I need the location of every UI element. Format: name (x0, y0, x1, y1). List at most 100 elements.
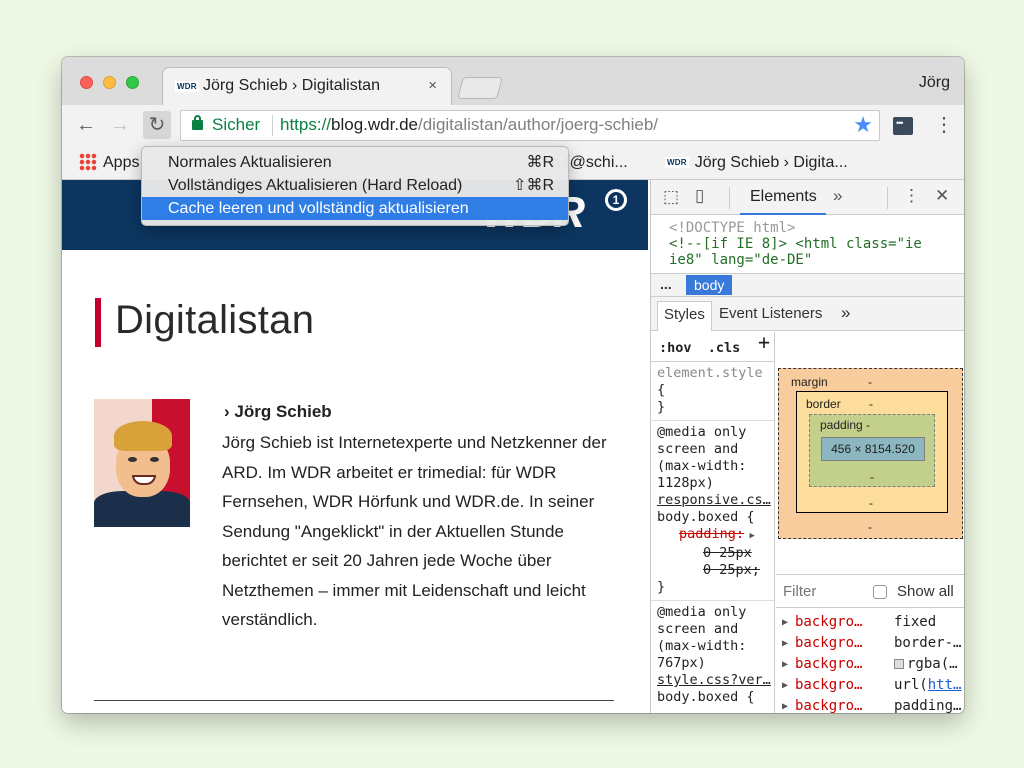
device-toolbar-icon[interactable]: ▯ (695, 186, 704, 206)
minimize-window-button[interactable] (103, 76, 116, 89)
filter-input[interactable] (783, 583, 843, 600)
css-rule-style[interactable]: @media only screen and (max-width: 767px… (651, 601, 774, 710)
url-text[interactable]: https://blog.wdr.de/digitalistan/author/… (280, 115, 658, 135)
page-viewport: WDR 1 Digitalistan › Jörg Schieb Jörg Sc… (62, 180, 650, 713)
dom-comment-line[interactable]: ie8" lang="de-DE" (669, 252, 964, 268)
url-separator (272, 115, 273, 136)
profile-name[interactable]: Jörg (919, 74, 950, 92)
border-bottom-value[interactable]: - (869, 496, 873, 510)
lock-icon (192, 115, 203, 130)
inspect-element-icon[interactable]: ⬚ (663, 187, 679, 207)
bookmark-star-icon[interactable]: ★ (853, 112, 873, 138)
address-bar[interactable]: Sicher https://blog.wdr.de/digitalistan/… (180, 110, 880, 141)
computed-property[interactable]: ▶ backgro… url(htt… (776, 675, 964, 696)
forward-arrow-icon[interactable]: → (110, 115, 130, 135)
property-value: fixed (894, 614, 937, 630)
tab-styles[interactable]: Styles (657, 301, 712, 331)
styles-pane: :hov .cls + element.style { } @media onl… (651, 332, 775, 713)
new-tab-button[interactable] (457, 77, 503, 99)
menu-item-normal-reload[interactable]: Normales Aktualisieren ⌘R (142, 151, 568, 174)
security-label[interactable]: Sicher (212, 115, 260, 135)
menu-item-shortcut: ⌘R (526, 154, 554, 171)
box-model-padding[interactable]: padding - - 456 × 8154.520 (809, 414, 935, 487)
computed-filter-row: Show all (776, 574, 964, 608)
expand-triangle-icon[interactable]: ▶ (782, 633, 788, 654)
rule-selector: element.style (657, 365, 763, 381)
box-model-margin[interactable]: margin - - border - - padding - - 456 × … (778, 368, 963, 539)
margin-top-value[interactable]: - (868, 375, 872, 389)
rule-brace: } (657, 579, 666, 595)
tab-active[interactable]: WDR Jörg Schieb › Digitalistan × (162, 67, 452, 105)
source-link[interactable]: responsive.cs… (657, 492, 774, 509)
overridden-property[interactable]: padding: ▶ (657, 526, 774, 545)
url-path: /digitalistan/author/joerg-schieb/ (417, 115, 659, 134)
padding-bottom-value[interactable]: - (870, 470, 874, 484)
styles-header: :hov .cls + (651, 332, 774, 362)
show-all-checkbox[interactable] (873, 585, 887, 599)
tab-event-listeners[interactable]: Event Listeners (719, 305, 822, 322)
reload-icon[interactable]: ↻ (143, 111, 171, 139)
property-name: backgro… (795, 656, 863, 672)
margin-bottom-value[interactable]: - (868, 520, 872, 534)
margin-label: margin (791, 375, 828, 389)
close-icon[interactable]: ✕ (935, 186, 949, 206)
box-model-border[interactable]: border - - padding - - 456 × 8154.520 (796, 391, 948, 513)
bookmark-item-3-label: Jörg Schieb › Digita... (694, 154, 848, 171)
extension-icon[interactable] (893, 117, 913, 135)
new-rule-icon[interactable]: + (758, 332, 770, 352)
color-swatch-icon[interactable] (894, 659, 904, 669)
page-title: Digitalistan (115, 298, 315, 342)
wdr-favicon-icon: WDR (665, 157, 689, 168)
browser-menu-icon[interactable]: ⋮ (934, 113, 954, 137)
more-subtabs-icon[interactable]: » (841, 303, 850, 323)
url-link[interactable]: htt… (928, 677, 962, 693)
menu-item-empty-cache-hard-reload[interactable]: Cache leeren und vollständig aktualisier… (142, 197, 568, 220)
css-rule-responsive[interactable]: @media only screen and (max-width: 1128p… (651, 421, 774, 601)
expand-triangle-icon[interactable]: ▶ (782, 696, 788, 713)
back-arrow-icon[interactable]: ← (76, 115, 96, 135)
breadcrumb-more[interactable]: ... (660, 276, 672, 292)
menu-item-shortcut: ⇧⌘R (513, 177, 554, 194)
rule-selector: body.boxed { (657, 689, 755, 705)
class-toggle[interactable]: .cls (708, 340, 741, 356)
media-query: 1128px) (657, 475, 714, 491)
apps-grid-icon[interactable] (79, 153, 97, 171)
tab-title: Jörg Schieb › Digitalistan (203, 77, 380, 94)
computed-property[interactable]: ▶ backgro… border-… (776, 633, 964, 654)
author-name-link[interactable]: › Jörg Schieb (224, 402, 332, 422)
more-tabs-icon[interactable]: » (833, 186, 842, 206)
expand-triangle-icon[interactable]: ▶ (782, 612, 788, 633)
computed-property[interactable]: ▶ backgro… padding… (776, 696, 964, 713)
border-top-value[interactable]: - (869, 397, 873, 411)
media-query: screen and (657, 621, 739, 637)
tab-close-icon[interactable]: × (428, 77, 437, 94)
menu-item-hard-reload[interactable]: Vollständiges Aktualisieren (Hard Reload… (142, 174, 568, 197)
element-style-rule[interactable]: element.style { } (651, 362, 774, 421)
bookmark-item-3[interactable]: WDR Jörg Schieb › Digita... (665, 154, 848, 172)
border-label: border (806, 397, 841, 411)
toolbar-separator (729, 187, 730, 209)
computed-property[interactable]: ▶ backgro… fixed (776, 612, 964, 633)
source-link[interactable]: style.css?ver… (657, 672, 774, 689)
reload-context-menu: Normales Aktualisieren ⌘R Vollständiges … (141, 146, 569, 226)
bookmark-apps[interactable]: Apps (103, 154, 139, 172)
property-value: 0 25px; (703, 562, 760, 578)
computed-property[interactable]: ▶ backgro… rgba(… (776, 654, 964, 675)
dom-comment-line[interactable]: <!--[if IE 8]> <html class="ie (669, 236, 964, 252)
tab-elements[interactable]: Elements (740, 180, 826, 215)
expand-triangle-icon[interactable]: ▶ (782, 675, 788, 696)
hover-state-toggle[interactable]: :hov (659, 340, 692, 356)
show-all-label[interactable]: Show all (897, 583, 954, 600)
computed-properties: ▶ backgro… fixed ▶ backgro… border-… ▶ b… (776, 612, 964, 713)
rule-brace: { (657, 382, 666, 398)
zoom-window-button[interactable] (126, 76, 139, 89)
expand-triangle-icon[interactable]: ▶ (782, 654, 788, 675)
devtools-menu-icon[interactable]: ⋮ (903, 186, 920, 206)
property-name: backgro… (795, 614, 863, 630)
dom-doctype[interactable]: <!DOCTYPE html> (669, 220, 964, 236)
close-window-button[interactable] (80, 76, 93, 89)
breadcrumb-body[interactable]: body (686, 275, 733, 295)
author-avatar (94, 399, 190, 527)
box-model-content[interactable]: 456 × 8154.520 (821, 437, 925, 461)
dom-tree[interactable]: <!DOCTYPE html> <!--[if IE 8]> <html cla… (651, 216, 964, 274)
